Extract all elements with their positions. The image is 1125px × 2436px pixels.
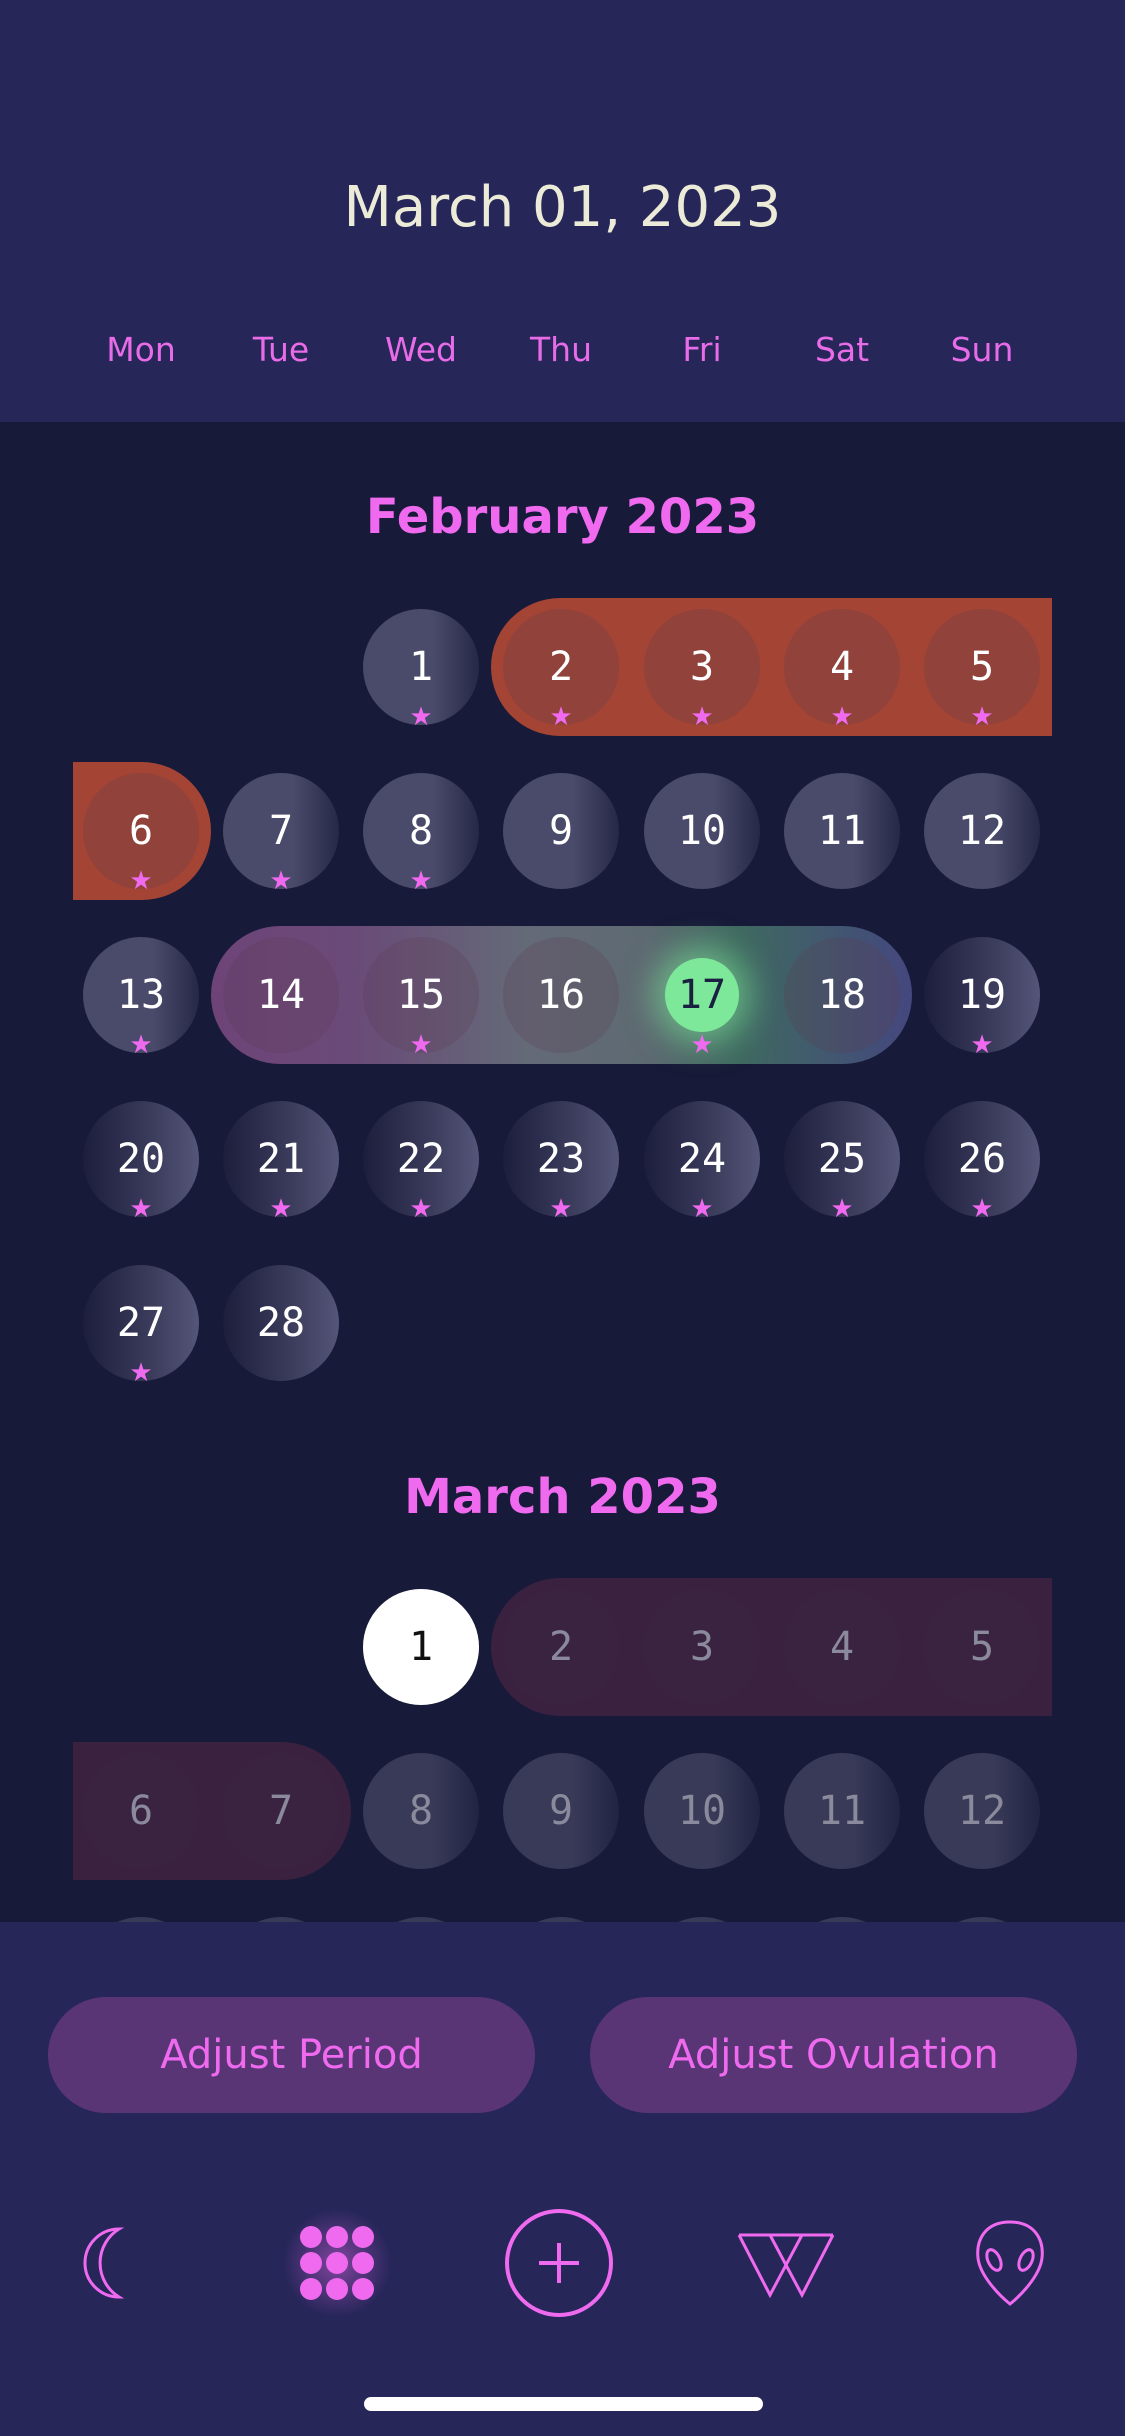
day-cell[interactable]: 7 bbox=[223, 1753, 339, 1869]
day-cell[interactable]: 3 bbox=[644, 1589, 760, 1705]
day-cell[interactable]: 10 bbox=[644, 1753, 760, 1869]
star-icon: ★ bbox=[129, 866, 153, 896]
weekday-sun: Sun bbox=[950, 330, 1014, 369]
moon-icon bbox=[83, 2227, 125, 2299]
star-icon: ★ bbox=[409, 866, 433, 896]
star-icon: ★ bbox=[970, 1030, 994, 1060]
weekday-thu: Thu bbox=[530, 330, 592, 369]
bottom-panel: Adjust Period Adjust Ovulation bbox=[0, 1922, 1125, 2436]
star-icon: ★ bbox=[690, 1194, 714, 1224]
day-cell[interactable]: 12 bbox=[924, 1753, 1040, 1869]
adjust-period-button[interactable]: Adjust Period bbox=[48, 1997, 535, 2113]
w-triangle-icon bbox=[737, 2233, 835, 2299]
day-cell[interactable]: 8 bbox=[363, 1753, 479, 1869]
star-icon: ★ bbox=[690, 1030, 714, 1060]
star-icon: ★ bbox=[830, 702, 854, 732]
day-cell[interactable]: 11 bbox=[784, 1753, 900, 1869]
day-cell[interactable]: 9 bbox=[503, 1753, 619, 1869]
star-icon: ★ bbox=[409, 1030, 433, 1060]
star-icon: ★ bbox=[269, 866, 293, 896]
star-icon: ★ bbox=[549, 702, 573, 732]
nav-w[interactable] bbox=[731, 2208, 841, 2318]
weekday-sat: Sat bbox=[814, 330, 870, 369]
nav-moon[interactable] bbox=[58, 2208, 168, 2318]
nav-calendar[interactable] bbox=[282, 2208, 392, 2318]
star-icon: ★ bbox=[970, 1194, 994, 1224]
weekday-wed: Wed bbox=[385, 330, 457, 369]
weekday-tue: Tue bbox=[252, 330, 310, 369]
day-cell[interactable]: 16 bbox=[503, 937, 619, 1053]
day-cell[interactable]: 4 bbox=[784, 1589, 900, 1705]
header: March 01, 2023 Mon Tue Wed Thu Fri Sat S… bbox=[0, 0, 1125, 422]
day-cell[interactable]: 28 bbox=[223, 1265, 339, 1381]
day-cell[interactable]: 9 bbox=[503, 773, 619, 889]
month-title-february: February 2023 bbox=[365, 489, 760, 545]
adjust-ovulation-button[interactable]: Adjust Ovulation bbox=[590, 1997, 1077, 2113]
day-cell[interactable]: 12 bbox=[924, 773, 1040, 889]
calendar-scroll[interactable]: February 2023 March 2023 1 ★ 2 ★ 3 ★ 4 ★ 5 ★ 6 ★ 7 ★ 8… bbox=[0, 422, 1125, 1922]
day-cell[interactable]: 11 bbox=[784, 773, 900, 889]
star-icon: ★ bbox=[970, 702, 994, 732]
calendar-grid-icon bbox=[300, 2226, 374, 2300]
star-icon: ★ bbox=[409, 702, 433, 732]
month-title-march: March 2023 bbox=[404, 1469, 721, 1525]
star-icon: ★ bbox=[690, 702, 714, 732]
star-icon: ★ bbox=[129, 1030, 153, 1060]
day-cell[interactable]: 18 bbox=[784, 937, 900, 1053]
weekday-mon: Mon bbox=[106, 330, 176, 369]
star-icon: ★ bbox=[129, 1358, 153, 1388]
day-cell[interactable]: 2 bbox=[503, 1589, 619, 1705]
day-cell[interactable]: 10 bbox=[644, 773, 760, 889]
day-cell-ovulation[interactable]: 17 bbox=[665, 958, 739, 1032]
nav-alien[interactable] bbox=[955, 2208, 1065, 2318]
day-cell-today[interactable]: 1 bbox=[363, 1589, 479, 1705]
alien-icon bbox=[976, 2220, 1044, 2306]
star-icon: ★ bbox=[549, 1194, 573, 1224]
nav-add[interactable] bbox=[504, 2208, 614, 2318]
day-cell[interactable]: 6 bbox=[83, 1753, 199, 1869]
selected-date-title: March 01, 2023 bbox=[343, 175, 782, 240]
star-icon: ★ bbox=[269, 1194, 293, 1224]
home-indicator bbox=[364, 2397, 763, 2411]
star-icon: ★ bbox=[129, 1194, 153, 1224]
day-cell[interactable]: 5 bbox=[924, 1589, 1040, 1705]
weekday-fri: Fri bbox=[682, 330, 722, 369]
star-icon: ★ bbox=[409, 1194, 433, 1224]
day-cell[interactable]: 14 bbox=[223, 937, 339, 1053]
add-circle-icon bbox=[505, 2209, 613, 2317]
star-icon: ★ bbox=[830, 1194, 854, 1224]
